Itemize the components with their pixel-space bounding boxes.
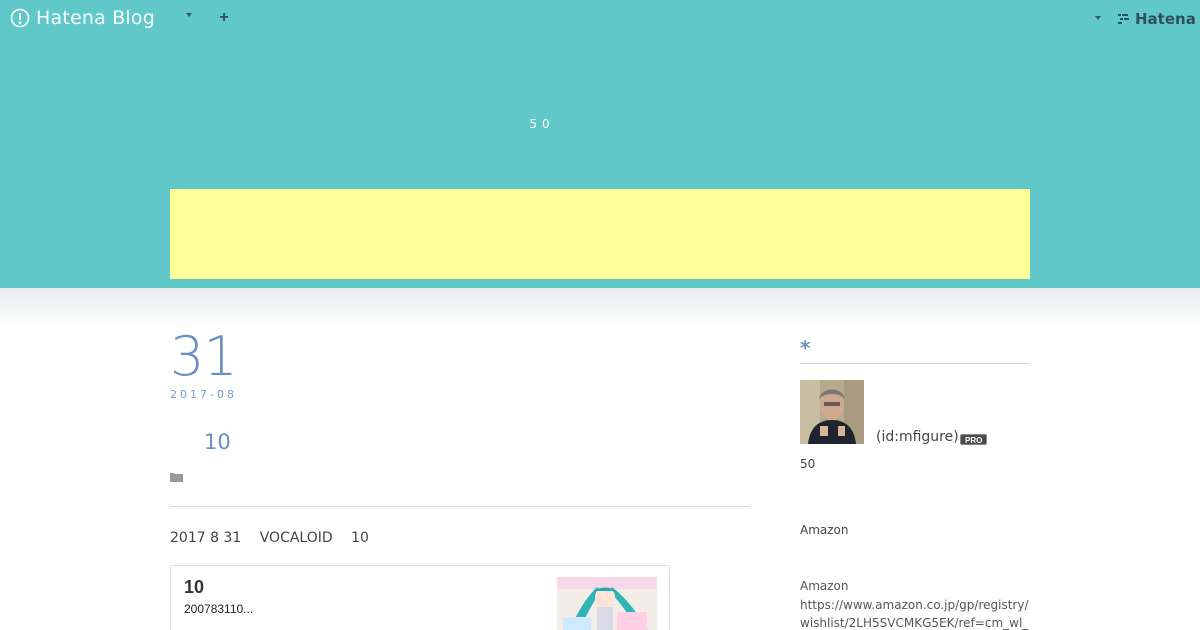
header-shadow: [0, 288, 1200, 328]
hatena-logo[interactable]: Hatena: [1118, 10, 1196, 28]
brand-text: Hatena Blog: [36, 7, 155, 29]
amazon-label: Amazon: [800, 523, 849, 537]
entry-divider: [170, 506, 750, 507]
new-post-button[interactable]: +: [216, 9, 232, 27]
sidebar-profile-heading: *: [800, 336, 1030, 364]
blog-description: 50: [529, 117, 555, 131]
profile-description: 50: [800, 457, 816, 471]
amazon-wishlist-link[interactable]: https://www.amazon.co.jp/gp/registry/wis…: [800, 596, 1030, 630]
user-menu-caret-icon[interactable]: [1095, 16, 1101, 20]
entry-title[interactable]: 10: [204, 430, 231, 454]
entry-body: 2017 8 31 VOCALOID 10: [170, 530, 383, 546]
embed-card-thumbnail[interactable]: [557, 577, 657, 630]
embed-link-card[interactable]: 10 200783110...: [170, 565, 670, 630]
hatena-blog-mark-icon: [10, 8, 30, 28]
header-banner[interactable]: [170, 189, 1030, 279]
embed-card-title[interactable]: 10: [184, 577, 204, 598]
asterisk-icon: *: [800, 336, 811, 360]
hatena-blog-logo[interactable]: Hatena Blog: [10, 7, 155, 29]
entry-date-day[interactable]: 31: [170, 330, 238, 384]
blog-menu-caret-icon[interactable]: [186, 13, 192, 17]
embed-card-description: 200783110...: [184, 602, 254, 616]
entry-date-year-month[interactable]: 2017-08: [170, 388, 237, 401]
pro-badge[interactable]: PRO: [960, 434, 988, 445]
amazon-heading: Amazon: [800, 579, 849, 593]
entry-body-number: 10: [351, 530, 369, 546]
profile-id[interactable]: (id:mfigure): [876, 429, 959, 445]
blog-header: 50: [0, 0, 1200, 288]
global-header: Hatena Blog + Hatena: [0, 0, 1200, 36]
folder-icon: [170, 473, 183, 482]
entry-body-vocaloid: VOCALOID: [259, 530, 333, 546]
avatar[interactable]: [800, 380, 864, 444]
entry-body-date: 2017 8 31: [170, 530, 242, 546]
hatena-logo-text: Hatena: [1135, 10, 1196, 28]
hatena-mark-icon: [1118, 14, 1129, 24]
